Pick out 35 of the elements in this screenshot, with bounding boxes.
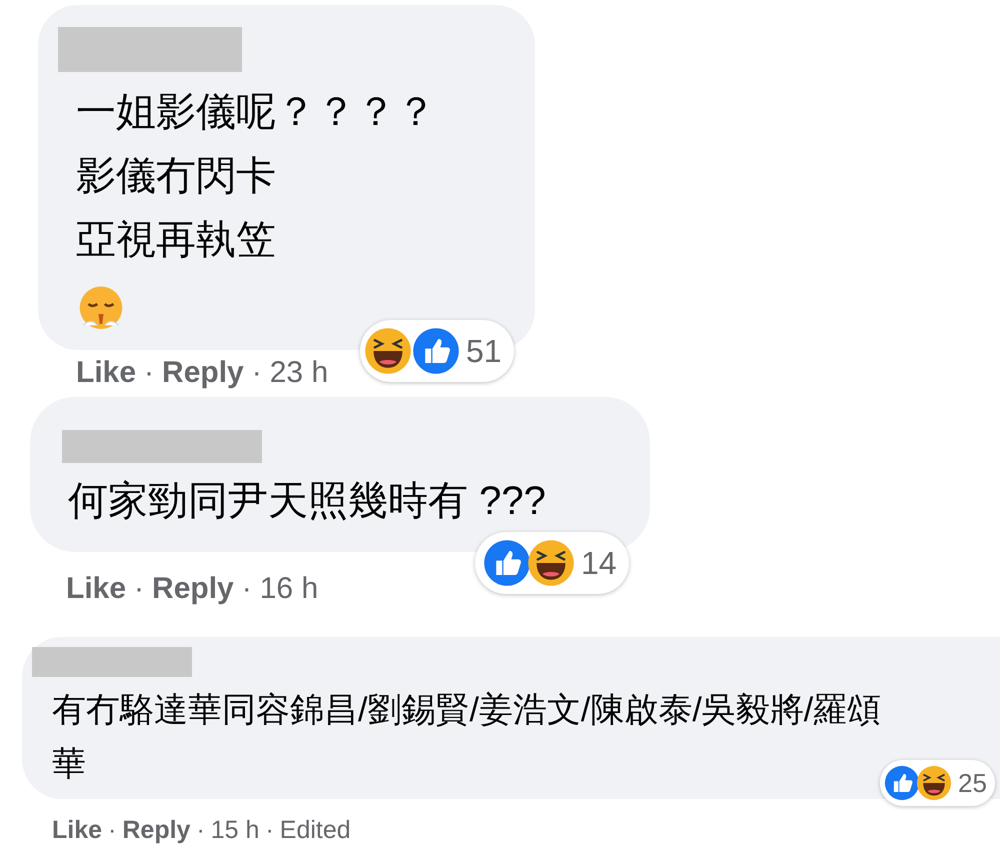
comment-text: 何家勁同尹天照幾時有 ??? [68,478,546,525]
separator-dot: · [252,354,262,390]
action-link[interactable]: Reply [152,566,234,610]
laughing-reaction-icon [364,327,412,375]
laughing-reaction-icon [527,539,575,587]
comment-text: 影儀冇閃卡 [76,153,277,200]
reaction-summary[interactable]: 51 [360,320,514,382]
reaction-count: 14 [581,544,618,583]
separator-dot: · [108,815,116,846]
separator-dot: · [144,354,154,390]
separator-dot: · [265,815,274,846]
comment-text: 有冇駱達華同容錦昌/劉錫賢/姜浩文/陳啟泰/吳毅將/羅頌 [52,690,882,731]
laughing-reaction-icon [916,765,952,801]
action-link[interactable]: Like [66,566,126,610]
action-link[interactable]: Like [76,350,136,394]
edited-label: Edited [280,815,351,846]
separator-dot: · [196,815,205,846]
action-link[interactable]: Reply [162,350,244,394]
comment-text: 亞視再執笠 [76,217,277,264]
reaction-count: 25 [958,766,988,800]
separator-dot: · [242,570,252,606]
timestamp[interactable]: 16 h [260,566,318,610]
timestamp[interactable]: 23 h [270,350,328,394]
comment-text: 一姐影儀呢？？？？ [76,89,436,136]
reaction-count: 51 [466,332,503,371]
like-reaction-icon [412,327,460,375]
like-reaction-icon [483,539,531,587]
action-link[interactable]: Like [52,812,102,850]
like-reaction-icon [884,765,920,801]
comment-text: 華 [52,744,87,785]
reaction-summary[interactable]: 14 [475,532,629,594]
action-link[interactable]: Reply [122,812,190,850]
reaction-summary[interactable]: 25 [880,760,995,806]
separator-dot: · [134,570,144,606]
timestamp[interactable]: 15 h [210,812,260,850]
